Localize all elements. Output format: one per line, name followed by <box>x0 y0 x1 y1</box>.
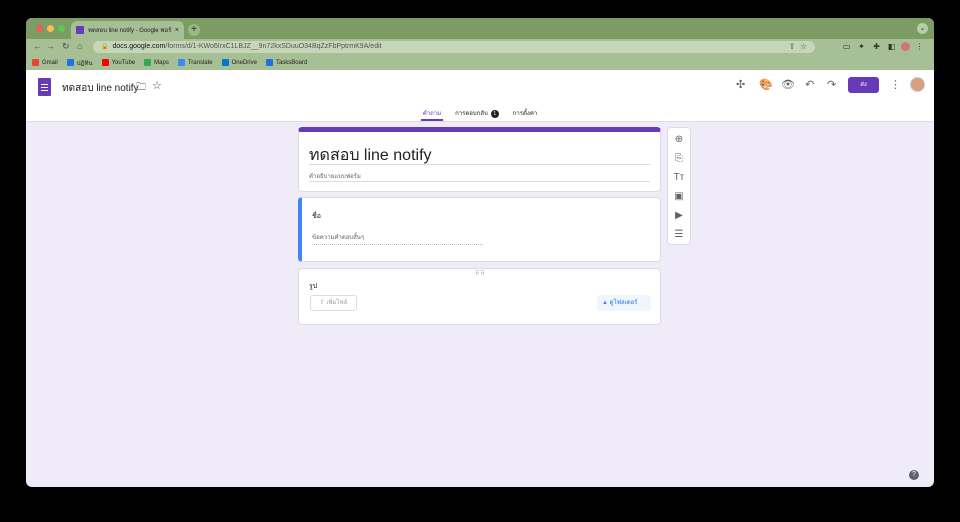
forms-tabs: คำถาม การตอบกลับ 1 การตั้งค่า <box>26 104 934 121</box>
form-description[interactable]: คำอธิบายแบบฟอร์ม <box>309 171 361 181</box>
add-section-icon[interactable]: ☰ <box>675 227 684 242</box>
calendar-icon <box>66 59 74 66</box>
move-to-folder-icon[interactable]: 🗀 <box>136 80 146 97</box>
palette-icon[interactable]: 🎨 <box>759 78 773 91</box>
tab-strip: ทดสอบ line notify - Google ฟอร์ม × + ⌄ <box>26 18 934 39</box>
gmail-icon <box>32 59 39 66</box>
youtube-icon <box>101 59 109 66</box>
divider <box>309 181 650 182</box>
reload-icon[interactable]: ↻ <box>62 41 70 52</box>
doc-title[interactable]: ทดสอบ line notify <box>62 81 139 96</box>
star-icon[interactable]: ☆ <box>152 79 162 92</box>
question-card-name[interactable]: ชื่อ ข้อความคำตอบสั้นๆ <box>298 197 661 262</box>
add-video-icon[interactable]: ▶ <box>675 208 683 223</box>
new-tab-button[interactable]: + <box>188 24 200 36</box>
drag-handle-icon[interactable]: ⠿⠿ <box>475 270 486 277</box>
tab-search-button[interactable]: ⌄ <box>917 23 928 34</box>
bookmark-gmail[interactable]: Gmail <box>32 59 58 66</box>
bookmark-translate[interactable]: Translate <box>177 59 213 66</box>
divider <box>309 164 650 165</box>
bookmark-tasksboard[interactable]: TasksBoard <box>265 59 307 66</box>
omnibox-actions: ⇪ ☆ <box>789 41 807 53</box>
upload-icon: ⇧ <box>319 300 325 306</box>
forms-header: ทดสอบ line notify 🗀 ☆ ✣ 🎨 👁 ↶ ↷ ส่ง ⋮ คำ… <box>26 70 934 122</box>
home-icon[interactable]: ⌂ <box>77 41 82 51</box>
address-bar[interactable]: 🔒 docs.google.com/forms/d/1-KWo6IrxC1LBJZ… <box>93 41 815 53</box>
user-avatar[interactable] <box>910 77 925 92</box>
add-question-icon[interactable]: ⊕ <box>675 132 683 147</box>
bookmark-star-icon[interactable]: ☆ <box>800 42 807 51</box>
forms-logo-icon[interactable] <box>38 78 51 96</box>
minimize-window-button[interactable] <box>47 25 54 32</box>
question-toolbar: ⊕ ⎘ Tт ▣ ▶ ☰ <box>667 127 691 245</box>
browser-tab-active[interactable]: ทดสอบ line notify - Google ฟอร์ม × <box>71 21 184 39</box>
short-answer-placeholder: ข้อความคำตอบสั้นๆ <box>312 232 483 245</box>
profile-avatar[interactable] <box>901 42 910 51</box>
lock-icon: 🔒 <box>101 44 109 50</box>
browser-toolbar: ← → ↻ ⌂ 🔒 docs.google.com/forms/d/1-KWo6I… <box>26 39 934 55</box>
extension-icons: ▭ ✦ ✚ ◧ ⋮ <box>841 42 925 51</box>
import-questions-icon[interactable]: ⎘ <box>675 151 683 166</box>
view-folder-button[interactable]: ▲ ดูโฟลเดอร์ <box>597 295 651 311</box>
url-path: /forms/d/1-KWo6IrxC1LBJZ__9n72kxSDuuO34B… <box>165 43 382 50</box>
drive-icon: ▲ <box>602 300 608 306</box>
bookmarks-bar: Gmail ปฏิทิน YouTube Maps Translate OneD… <box>26 55 934 70</box>
tab-responses[interactable]: การตอบกลับ 1 <box>453 104 501 121</box>
extension-color-icon[interactable]: ✦ <box>856 42 867 51</box>
undo-icon[interactable]: ↶ <box>805 78 814 91</box>
tasksboard-icon <box>265 59 273 66</box>
add-image-icon[interactable]: ▣ <box>674 189 683 204</box>
side-panel-icon[interactable]: ◧ <box>886 42 897 51</box>
bookmark-maps[interactable]: Maps <box>144 59 169 66</box>
question-card-image[interactable]: ⠿⠿ รูป ⇧ เพิ่มไฟล์ ▲ ดูโฟลเดอร์ <box>298 268 661 325</box>
add-title-icon[interactable]: Tт <box>674 170 685 185</box>
translate-icon <box>177 59 185 66</box>
help-icon[interactable]: ? <box>909 470 919 480</box>
browser-menu-icon[interactable]: ⋮ <box>914 42 925 51</box>
question-title[interactable]: ชื่อ <box>312 211 321 222</box>
add-file-button[interactable]: ⇧ เพิ่มไฟล์ <box>310 295 357 311</box>
maps-icon <box>144 59 152 66</box>
tab-settings[interactable]: การตั้งค่า <box>511 104 539 121</box>
bookmark-onedrive[interactable]: OneDrive <box>221 59 257 66</box>
tab-close-icon[interactable]: × <box>175 27 179 34</box>
form-header-card[interactable]: ทดสอบ line notify คำอธิบายแบบฟอร์ม <box>298 127 661 192</box>
forms-favicon-icon <box>76 26 84 34</box>
send-button[interactable]: ส่ง <box>848 77 879 93</box>
preview-eye-icon[interactable]: 👁 <box>781 78 795 91</box>
back-icon[interactable]: ← <box>33 41 42 51</box>
onedrive-icon <box>221 59 229 66</box>
redo-icon[interactable]: ↷ <box>827 78 836 91</box>
cast-icon[interactable]: ▭ <box>841 42 852 51</box>
browser-window: ทดสอบ line notify - Google ฟอร์ม × + ⌄ ←… <box>26 18 934 487</box>
maximize-window-button[interactable] <box>58 25 65 32</box>
url-host: docs.google.com <box>112 43 166 50</box>
responses-count-badge: 1 <box>490 110 499 118</box>
question-title[interactable]: รูป <box>309 281 317 292</box>
addons-puzzle-icon[interactable]: ✣ <box>736 78 745 91</box>
bookmark-calendar[interactable]: ปฏิทิน <box>66 58 93 68</box>
more-options-icon[interactable]: ⋮ <box>890 78 901 91</box>
tab-questions[interactable]: คำถาม <box>420 104 444 121</box>
forward-icon[interactable]: → <box>46 41 55 51</box>
bookmark-youtube[interactable]: YouTube <box>101 59 135 66</box>
close-window-button[interactable] <box>36 25 43 32</box>
share-icon[interactable]: ⇪ <box>789 42 796 51</box>
extensions-puzzle-icon[interactable]: ✚ <box>871 42 882 51</box>
tab-title: ทดสอบ line notify - Google ฟอร์ม <box>88 28 172 34</box>
